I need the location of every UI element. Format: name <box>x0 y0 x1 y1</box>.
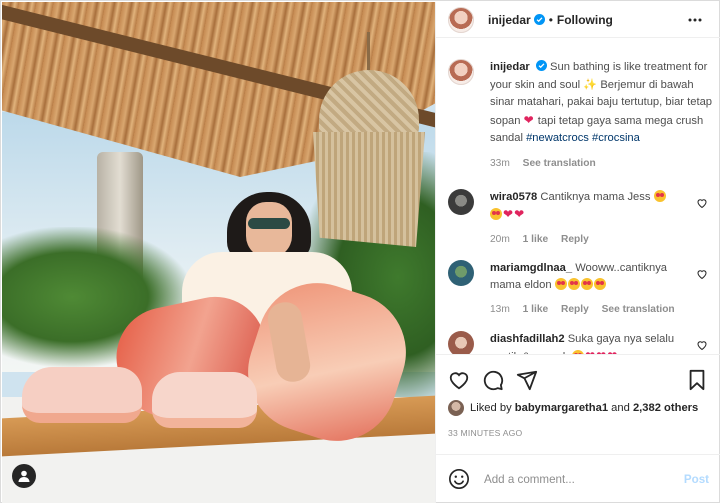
reply-button[interactable]: Reply <box>561 304 589 315</box>
post-side-panel: inijedar • Following inijedar Sun bathin… <box>435 2 720 503</box>
avatar[interactable] <box>448 189 474 215</box>
red-heart-icon: ❤ <box>503 207 514 221</box>
see-translation-button[interactable]: See translation <box>523 158 596 169</box>
post-actions <box>436 357 720 399</box>
likes-user[interactable]: babymargaretha1 <box>515 402 608 414</box>
verified-icon <box>533 14 545 25</box>
comment-input[interactable] <box>484 472 684 486</box>
hashtag-link[interactable]: #newatcrocs <box>526 132 589 144</box>
heart-icon[interactable] <box>448 369 470 391</box>
likes-prefix: Liked by <box>470 402 512 414</box>
likes-suffix: and <box>611 402 630 414</box>
comment-username[interactable]: mariamgdlnaa_ <box>490 262 572 274</box>
user-tag-icon[interactable] <box>12 464 36 488</box>
comment-username[interactable]: diashfadillah2 <box>490 333 565 345</box>
likes-count[interactable]: 2,382 others <box>633 402 698 414</box>
post-photo[interactable] <box>2 2 435 503</box>
heart-eyes-emoji-icon <box>572 350 585 354</box>
header-username[interactable]: inijedar <box>488 13 531 27</box>
emoji-icon[interactable] <box>448 468 470 490</box>
comment-time[interactable]: 13m <box>490 304 510 315</box>
comment-icon[interactable] <box>482 369 504 391</box>
sparkles-icon: ✨ <box>583 78 598 91</box>
likes-summary: Liked by babymargaretha1 and 2,382 other… <box>448 400 718 416</box>
caption-username[interactable]: inijedar <box>490 61 530 73</box>
avatar[interactable] <box>448 331 474 354</box>
heart-eyes-emoji-icon <box>593 278 606 290</box>
heart-eyes-emoji-icon <box>554 278 567 290</box>
red-heart-icon: ❤ <box>585 348 595 354</box>
comment-time[interactable]: 20m <box>490 234 510 245</box>
comments-list[interactable]: inijedar Sun bathing is like treatment f… <box>436 39 720 355</box>
avatar[interactable] <box>448 59 474 85</box>
heart-eyes-emoji-icon <box>580 278 593 290</box>
heart-eyes-emoji-icon <box>653 190 666 202</box>
red-heart-icon: ❤ <box>607 348 617 354</box>
red-heart-icon: ❤ <box>523 112 534 127</box>
post-button[interactable]: Post <box>684 473 709 486</box>
reply-button[interactable]: Reply <box>561 234 589 245</box>
red-heart-icon: ❤ <box>514 207 525 221</box>
avatar[interactable] <box>448 6 474 33</box>
post-timestamp[interactable]: 33 MINUTES AGO <box>448 428 522 438</box>
avatar <box>448 400 464 416</box>
share-icon[interactable] <box>516 369 538 391</box>
comment-text: Cantiknya mama Jess <box>540 191 651 203</box>
heart-eyes-emoji-icon <box>490 208 502 220</box>
like-comment-heart-icon[interactable] <box>696 339 708 351</box>
heart-eyes-emoji-icon <box>567 278 580 290</box>
header-separator: • <box>548 12 553 27</box>
like-comment-heart-icon[interactable] <box>696 197 708 209</box>
instagram-post-modal: inijedar • Following inijedar Sun bathin… <box>0 0 720 503</box>
photo-subject <box>22 192 422 457</box>
following-button[interactable]: Following <box>557 13 613 27</box>
post-header: inijedar • Following <box>436 2 720 38</box>
bookmark-icon[interactable] <box>686 369 708 391</box>
see-translation-button[interactable]: See translation <box>602 304 675 315</box>
caption-time[interactable]: 33m <box>490 158 510 169</box>
verified-icon <box>535 60 547 71</box>
comment-username[interactable]: wira0578 <box>490 191 537 203</box>
hashtag-link[interactable]: #crocsina <box>592 132 640 144</box>
avatar[interactable] <box>448 260 474 286</box>
comment-likes[interactable]: 1 like <box>523 234 549 245</box>
add-comment-bar: Post <box>436 454 720 503</box>
like-comment-heart-icon[interactable] <box>696 268 708 280</box>
red-heart-icon: ❤ <box>596 348 606 354</box>
more-icon[interactable] <box>687 12 703 28</box>
comment-likes[interactable]: 1 like <box>523 304 549 315</box>
